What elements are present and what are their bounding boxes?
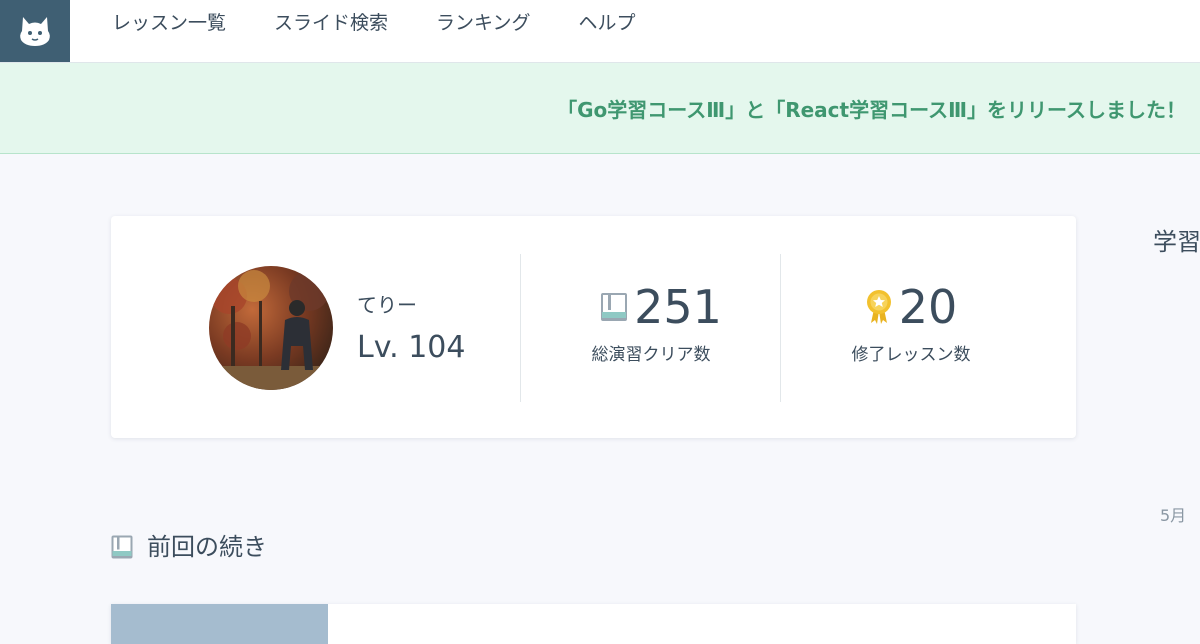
lesson-stat: 20 <box>781 282 1041 332</box>
lesson-label: 修了レッスン数 <box>851 345 971 365</box>
continue-lesson-card[interactable] <box>111 604 1076 644</box>
stat-divider <box>520 254 521 402</box>
calendar-month-label: 5月 <box>1160 506 1187 525</box>
avatar[interactable] <box>209 266 333 390</box>
user-level: Lv. 104 <box>357 330 466 365</box>
profile-card: てりー Lv. 104 251 総演習クリア数 20 修了レッスン数 <box>111 216 1076 438</box>
main-nav: レッスン一覧 スライド検索 ランキング ヘルプ <box>112 10 683 36</box>
announcement-text[interactable]: 「Go学習コースⅢ」と「React学習コースⅢ」をリリースしました！ <box>557 94 1186 123</box>
nav-item-lessons[interactable]: レッスン一覧 <box>112 10 226 36</box>
exercise-label: 総演習クリア数 <box>591 345 711 365</box>
continue-section-header: 前回の続き <box>111 532 267 562</box>
nav-item-ranking[interactable]: ランキング <box>436 10 530 36</box>
site-logo[interactable] <box>0 0 70 62</box>
learning-heading: 学習 <box>1153 228 1200 256</box>
top-navigation-bar: レッスン一覧 スライド検索 ランキング ヘルプ <box>0 0 1200 63</box>
book-icon <box>601 293 628 321</box>
lesson-count: 20 <box>898 280 958 334</box>
nav-item-slide-search[interactable]: スライド検索 <box>274 10 388 36</box>
continue-section-title: 前回の続き <box>147 533 267 561</box>
announcement-banner: 「Go学習コースⅢ」と「React学習コースⅢ」をリリースしました！ <box>0 63 1200 154</box>
medal-icon <box>866 290 891 324</box>
exercise-count: 251 <box>634 280 722 334</box>
book-icon <box>111 535 133 559</box>
lesson-thumbnail <box>111 604 328 644</box>
cat-logo-icon <box>20 17 50 46</box>
exercise-stat: 251 <box>531 282 791 332</box>
user-name: てりー <box>357 293 417 317</box>
nav-item-help[interactable]: ヘルプ <box>578 10 635 36</box>
avatar-photo <box>209 266 333 390</box>
